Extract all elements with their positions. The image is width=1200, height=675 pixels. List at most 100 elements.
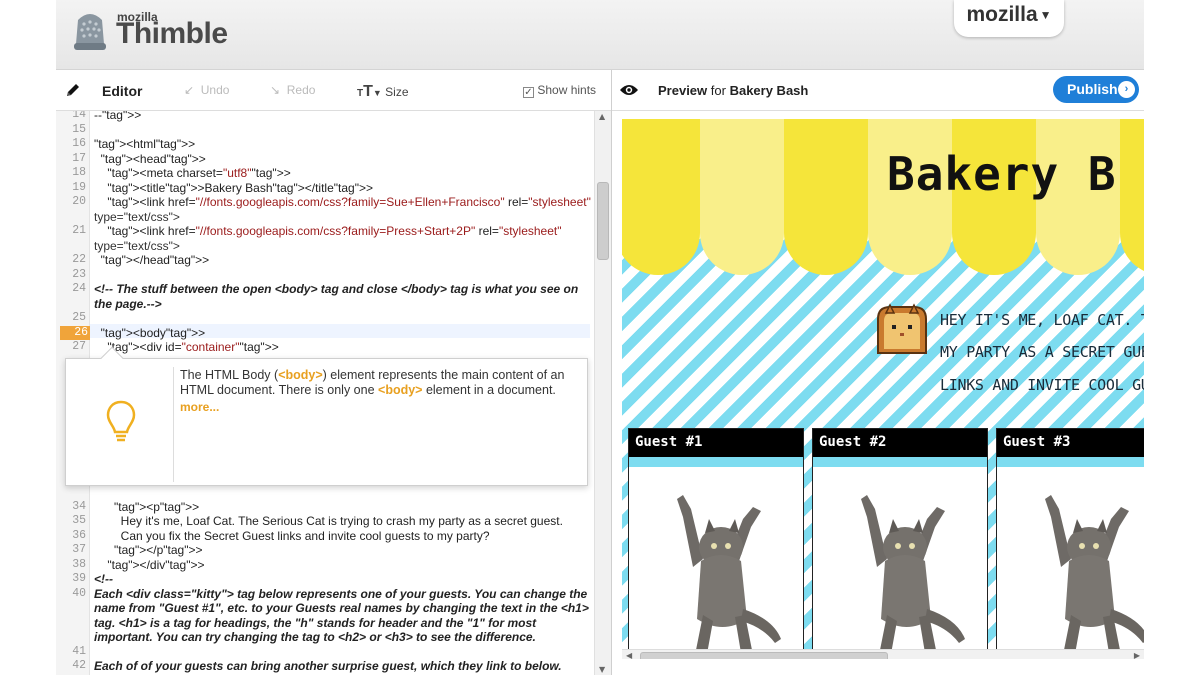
guest-card-band xyxy=(813,457,987,467)
awning-scallop xyxy=(622,119,700,275)
line-number: 20 xyxy=(72,195,86,208)
line-number: 22 xyxy=(72,253,86,266)
line-number: 18 xyxy=(72,166,86,179)
redo-button[interactable]: ↘ Redo xyxy=(270,83,315,97)
intro-line-1: HEY IT'S ME, LOAF CAT. THE SERIOUS xyxy=(940,311,1144,329)
hint-line1-post: ) element represents the main content of… xyxy=(322,368,565,382)
brand-thimble: Thimble xyxy=(116,17,228,50)
code-line: type="text/css"> xyxy=(94,238,180,253)
preview-label: Preview xyxy=(658,83,708,98)
scroll-left-arrow-icon[interactable]: ◀ xyxy=(626,651,632,659)
line-number: 37 xyxy=(72,543,86,556)
code-line: <!-- xyxy=(94,572,113,586)
line-number: 23 xyxy=(72,267,86,281)
scroll-down-arrow-icon[interactable]: ▼ xyxy=(599,665,605,674)
live-preview[interactable]: Bakery B HEY IT'S ME, LOAF CAT. THE SERI… xyxy=(622,119,1144,659)
lightbulb-icon xyxy=(106,400,136,442)
code-line: Hey it's me, Loaf Cat. The Serious Cat i… xyxy=(94,514,563,528)
code-line: "tag"><meta charset="utf8""tag">> xyxy=(107,166,291,180)
app-header: mozilla Thimble mozilla ▼ xyxy=(56,0,1144,70)
publish-button[interactable]: Publish › xyxy=(1053,76,1139,103)
code-line: <!-- The stuff between the open <body> t… xyxy=(94,282,579,296)
guest-card-band xyxy=(629,457,803,467)
code-line: "tag"></p"tag">> xyxy=(114,543,203,557)
line-number: 21 xyxy=(72,224,86,237)
preview-horizontal-scrollbar[interactable]: ◀ ▶ xyxy=(622,649,1144,659)
guest-card: Guest #3 xyxy=(996,428,1144,659)
line-number: 36 xyxy=(72,528,86,542)
pane-divider[interactable] xyxy=(611,70,612,675)
checkbox-checked-icon: ✓ xyxy=(523,87,534,98)
scroll-up-arrow-icon[interactable]: ▲ xyxy=(599,112,605,121)
line-number: 40 xyxy=(72,586,86,600)
undo-label: Undo xyxy=(200,83,230,97)
code-line: tag. <h1> is a tag for headings, the "h"… xyxy=(94,615,537,630)
code-line: Can you fix the Secret Guest links and i… xyxy=(94,528,490,543)
show-hints-toggle[interactable]: ✓ Show hints xyxy=(523,83,596,98)
code-line: name from "Guest #1", etc. to your Guest… xyxy=(94,601,589,615)
thimble-app: mozilla Thimble mozilla ▼ Editor ↙ Undo ↘… xyxy=(0,0,1200,675)
code-line: "tag"><title"tag">>Bakery Bash"tag"></ti… xyxy=(107,180,373,195)
pencil-icon xyxy=(67,84,79,96)
line-number: 17 xyxy=(72,151,86,165)
line-number: 24 xyxy=(72,282,86,295)
line-number: 38 xyxy=(72,557,86,571)
code-line: "tag"><body"tag">> xyxy=(100,325,206,340)
cat-photo xyxy=(861,495,965,659)
awning-scallop xyxy=(700,119,784,275)
publish-label: Publish xyxy=(1067,81,1118,97)
thimble-logo-icon xyxy=(74,14,106,50)
hint-keyword: <body> xyxy=(278,368,323,382)
editor-scroll-thumb[interactable] xyxy=(597,182,609,260)
line-number: 14 xyxy=(72,111,86,121)
preview-for: for xyxy=(710,83,726,98)
editor-vertical-scrollbar[interactable]: ▲ ▼ xyxy=(594,111,611,675)
line-number: 39 xyxy=(72,572,86,585)
code-line: important. You can try changing the tag … xyxy=(94,630,536,644)
code-line: "tag"></head"tag">> xyxy=(100,253,210,267)
code-line: "tag"><link href="//fonts.googleapis.com… xyxy=(107,195,591,209)
undo-arrow-icon: ↙ xyxy=(184,83,195,97)
redo-label: Redo xyxy=(286,83,316,97)
line-number: 25 xyxy=(72,311,86,324)
guest-name: Guest #3 xyxy=(997,429,1144,457)
line-number: 41 xyxy=(72,644,86,658)
mozilla-menu-tab[interactable]: mozilla ▼ xyxy=(954,0,1064,37)
line-number: 42 xyxy=(72,659,86,672)
size-button[interactable]: TT▼ Size xyxy=(357,83,409,101)
line-number: 19 xyxy=(72,180,86,194)
eye-icon xyxy=(620,85,638,95)
hint-popup: The HTML Body (<body>) element represent… xyxy=(65,346,588,486)
bakery-title: Bakery B xyxy=(887,147,1117,201)
awning-scallop xyxy=(784,119,868,275)
cat-photo xyxy=(1045,495,1144,659)
thimble-shell: mozilla Thimble mozilla ▼ Editor ↙ Undo ↘… xyxy=(56,0,1144,675)
awning-scallop xyxy=(1120,119,1144,275)
cat-photo xyxy=(677,495,781,659)
project-name: Bakery Bash xyxy=(729,83,809,98)
line-number: 35 xyxy=(72,514,86,527)
code-line: "tag"></div"tag">> xyxy=(107,557,205,572)
intro-line-2: MY PARTY AS A SECRET GUEST. CAN xyxy=(940,343,1144,361)
toolbar: Editor ↙ Undo ↘ Redo TT▼ Size ✓ Show hin… xyxy=(56,70,1144,111)
redo-arrow-icon: ↘ xyxy=(270,83,281,97)
show-hints-label: Show hints xyxy=(537,83,597,97)
line-number: 27 xyxy=(72,340,86,353)
undo-button[interactable]: ↙ Undo xyxy=(184,83,229,97)
code-line: the page.--> xyxy=(94,296,162,311)
hint-more-link[interactable]: more... xyxy=(180,400,219,414)
preview-scroll-thumb[interactable] xyxy=(640,652,888,659)
hint-text: The HTML Body (<body>) element represent… xyxy=(180,368,580,398)
mozilla-menu-label: mozilla xyxy=(966,3,1038,26)
scroll-right-arrow-icon[interactable]: ▶ xyxy=(1134,651,1140,659)
code-line: --"tag">> xyxy=(94,111,142,122)
code-line: "tag"><p"tag">> xyxy=(114,499,200,514)
preview-heading: Preview for Bakery Bash xyxy=(658,83,808,98)
hint-line2-post: element in a document. xyxy=(422,383,556,397)
line-number: 15 xyxy=(72,122,86,136)
guest-name: Guest #1 xyxy=(629,429,803,457)
hint-line1-pre: The HTML Body ( xyxy=(180,368,279,382)
line-number: 16 xyxy=(72,137,86,150)
code-line: Each <div class="kitty"> tag below repre… xyxy=(94,586,588,601)
code-line: "tag"><head"tag">> xyxy=(100,151,206,166)
